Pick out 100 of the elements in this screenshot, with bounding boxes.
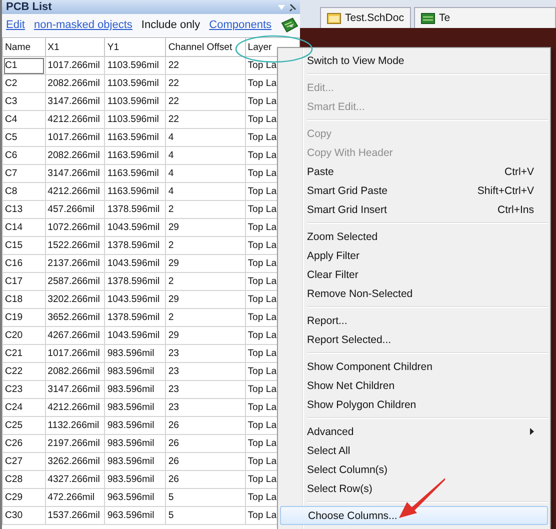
table-cell: C3 <box>2 92 46 110</box>
table-cell: 1043.596mil <box>104 218 166 236</box>
table-cell: 4212.266mil <box>45 182 105 200</box>
table-cell: 1378.596mil <box>104 308 166 326</box>
table-cell: 1378.596mil <box>104 200 166 218</box>
table-cell: 23 <box>166 380 246 398</box>
table-cell: 2082.266mil <box>45 146 105 164</box>
panel-title: PCB List <box>6 1 52 13</box>
table-cell: 2137.266mil <box>45 254 105 272</box>
table-cell: 22 <box>166 74 246 92</box>
table-cell: 26 <box>166 434 246 452</box>
table-cell: 22 <box>166 56 246 74</box>
table-cell: 2 <box>166 272 246 290</box>
table-cell: 26 <box>166 452 246 470</box>
table-cell: C25 <box>2 416 46 434</box>
document-icon <box>327 12 341 24</box>
table-cell: 2 <box>166 200 246 218</box>
table-cell: 1017.266mil <box>45 56 105 74</box>
table-cell: C18 <box>2 290 46 308</box>
table-cell: 22 <box>166 110 246 128</box>
table-cell: 4327.266mil <box>45 470 105 488</box>
table-cell: C14 <box>2 218 46 236</box>
table-cell: C26 <box>2 434 46 452</box>
column-header[interactable]: Y1 <box>104 38 166 56</box>
pin-icon[interactable] <box>289 2 298 12</box>
table-cell: 4267.266mil <box>45 326 105 344</box>
table-cell: 472.266mil <box>45 488 105 506</box>
table-cell: C1 <box>2 56 46 74</box>
table-cell: 1163.596mil <box>104 182 166 200</box>
menu-item[interactable]: Choose Columns... <box>280 506 548 525</box>
table-cell: 983.596mil <box>104 470 166 488</box>
table-cell: 2587.266mil <box>45 272 105 290</box>
table-cell: 983.596mil <box>104 416 166 434</box>
circuit-board-icon <box>420 12 435 24</box>
table-cell: 5 <box>166 488 246 506</box>
table-cell: 3147.266mil <box>45 380 105 398</box>
table-cell: 2082.266mil <box>45 74 105 92</box>
table-cell: 1163.596mil <box>104 128 166 146</box>
table-cell: C8 <box>2 182 46 200</box>
table-cell: 1132.266mil <box>45 416 105 434</box>
table-cell: 29 <box>166 290 246 308</box>
table-cell: 29 <box>166 326 246 344</box>
table-cell: 1103.596mil <box>104 92 166 110</box>
toolbar-link[interactable]: non-masked objects <box>34 19 132 31</box>
table-cell: 4 <box>166 146 246 164</box>
table-cell: 1017.266mil <box>45 344 105 362</box>
table-cell: C20 <box>2 326 46 344</box>
table-cell: 22 <box>166 92 246 110</box>
table-cell: 457.266mil <box>45 200 105 218</box>
table-cell: 983.596mil <box>104 380 166 398</box>
table-cell: 26 <box>166 416 246 434</box>
table-cell: 4 <box>166 182 246 200</box>
column-header[interactable]: Channel Offset <box>166 38 246 56</box>
table-cell: C6 <box>2 146 46 164</box>
table-cell: C13 <box>2 200 46 218</box>
document-tab[interactable]: Test.SchDoc <box>320 7 411 28</box>
table-cell: 29 <box>166 218 246 236</box>
table-cell: 4 <box>166 128 246 146</box>
table-cell: 1163.596mil <box>104 146 166 164</box>
table-cell: 983.596mil <box>104 362 166 380</box>
table-cell: 1378.596mil <box>104 236 166 254</box>
table-cell: C21 <box>2 344 46 362</box>
table-cell: 23 <box>166 398 246 416</box>
table-cell: 1043.596mil <box>104 290 166 308</box>
table-cell: 1017.266mil <box>45 128 105 146</box>
table-cell: C5 <box>2 128 46 146</box>
table-cell: 1103.596mil <box>104 74 166 92</box>
column-header[interactable]: Name <box>2 38 46 56</box>
table-cell: 3652.266mil <box>45 308 105 326</box>
toolbar-link[interactable]: Components <box>209 19 272 31</box>
table-cell: 1103.596mil <box>104 56 166 74</box>
table-cell: 4212.266mil <box>45 110 105 128</box>
table-cell: 2082.266mil <box>45 362 105 380</box>
table-cell: 3262.266mil <box>45 452 105 470</box>
table-cell: 983.596mil <box>104 452 166 470</box>
annotation-arrow <box>397 476 447 520</box>
filter-label: Include only <box>141 19 200 31</box>
table-cell: 983.596mil <box>104 398 166 416</box>
table-cell: C29 <box>2 488 46 506</box>
table-cell: 2 <box>166 236 246 254</box>
circuit-board-icon <box>280 17 298 33</box>
submenu-arrow-icon <box>530 428 534 435</box>
table-cell: 23 <box>166 362 246 380</box>
table-cell: 963.596mil <box>104 488 166 506</box>
table-cell: C4 <box>2 110 46 128</box>
document-tab[interactable]: Te <box>414 7 556 28</box>
toolbar-link[interactable]: Edit <box>6 19 25 31</box>
table-cell: 23 <box>166 344 246 362</box>
table-cell: C28 <box>2 470 46 488</box>
table-cell: 5 <box>166 506 246 524</box>
column-header[interactable]: X1 <box>45 38 105 56</box>
table-cell: 1378.596mil <box>104 272 166 290</box>
table-cell: C24 <box>2 398 46 416</box>
table-cell: 1522.266mil <box>45 236 105 254</box>
table-cell: 983.596mil <box>104 434 166 452</box>
table-cell: C22 <box>2 362 46 380</box>
table-cell: 3202.266mil <box>45 290 105 308</box>
table-cell: C7 <box>2 164 46 182</box>
table-cell: 3147.266mil <box>45 164 105 182</box>
table-cell: 2197.266mil <box>45 434 105 452</box>
